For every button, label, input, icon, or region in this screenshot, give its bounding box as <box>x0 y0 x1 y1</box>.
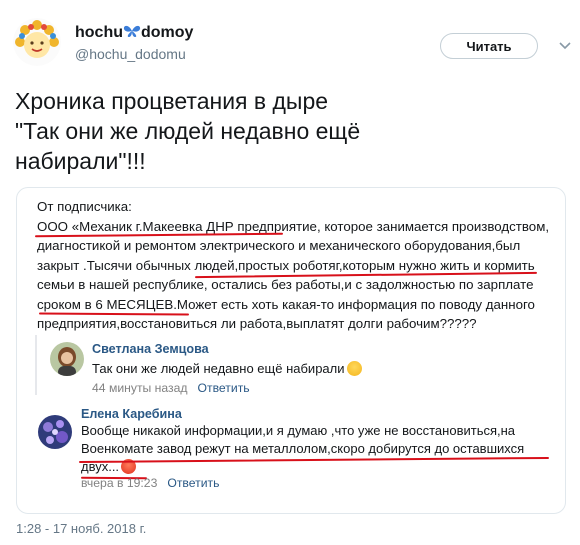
author-avatar[interactable] <box>13 18 61 66</box>
author-handle[interactable]: @hochu_dodomu <box>75 46 186 62</box>
tweet-text: Хроника процветания в дыре "Так они же л… <box>15 88 361 174</box>
author-name[interactable]: hochu domoy <box>75 24 193 42</box>
butterfly-icon <box>123 24 141 41</box>
comment-text: Вообще никакой информации,и я думаю ,что… <box>81 422 561 476</box>
embedded-screenshot[interactable]: От подписчика: ООО «Механик г.Макеевка Д… <box>16 187 566 514</box>
chevron-down-icon[interactable] <box>556 36 574 54</box>
post-line: семьи в нашей республике, остались без р… <box>37 277 534 292</box>
reply-link[interactable]: Ответить <box>167 476 219 490</box>
comment: Светлана Земцова Так они же людей недавн… <box>35 335 557 395</box>
tweet-timestamp[interactable]: 1:28 - 17 нояб. 2018 г. <box>16 521 146 536</box>
comment-text: Так они же людей недавно ещё набирали <box>92 360 362 378</box>
post-line: ООО «Механик г.Макеевка ДНР предприятие,… <box>37 218 550 234</box>
post-line: От подписчика: <box>37 199 132 214</box>
comment-text-body: Так они же людей недавно ещё набирали <box>92 361 345 376</box>
comment-line: Вообще никакой информации,и я думаю ,что… <box>81 423 516 438</box>
author-name-part1: hochu <box>75 24 123 41</box>
comment-line: Военкомате завод режут на металлолом,ско… <box>81 441 525 456</box>
author-name-part2: domoy <box>141 24 194 41</box>
commenter-avatar[interactable] <box>50 342 84 376</box>
post-line: предприятия,восстановиться ли работа,вып… <box>37 316 477 331</box>
commenter-name[interactable]: Елена Каребина <box>81 407 182 421</box>
follow-button[interactable]: Читать <box>440 33 538 59</box>
comment: Елена Каребина Вообще никакой информации… <box>35 407 555 507</box>
comment-time: 44 минуты назад <box>92 381 188 395</box>
thinking-emoji-icon <box>346 361 362 376</box>
comment-meta: вчера в 19:23 Ответить <box>81 476 219 490</box>
post-line: диагностикой и ремонтом электрического и… <box>37 238 521 253</box>
commenter-avatar[interactable] <box>38 415 72 449</box>
comment-meta: 44 минуты назад Ответить <box>92 381 250 395</box>
commenter-name[interactable]: Светлана Земцова <box>92 342 209 356</box>
comment-time: вчера в 19:23 <box>81 476 158 490</box>
reply-link[interactable]: Ответить <box>198 381 250 395</box>
post-line: сроком в 6 МЕСЯЦЕВ.Может есть хоть какая… <box>37 296 535 312</box>
